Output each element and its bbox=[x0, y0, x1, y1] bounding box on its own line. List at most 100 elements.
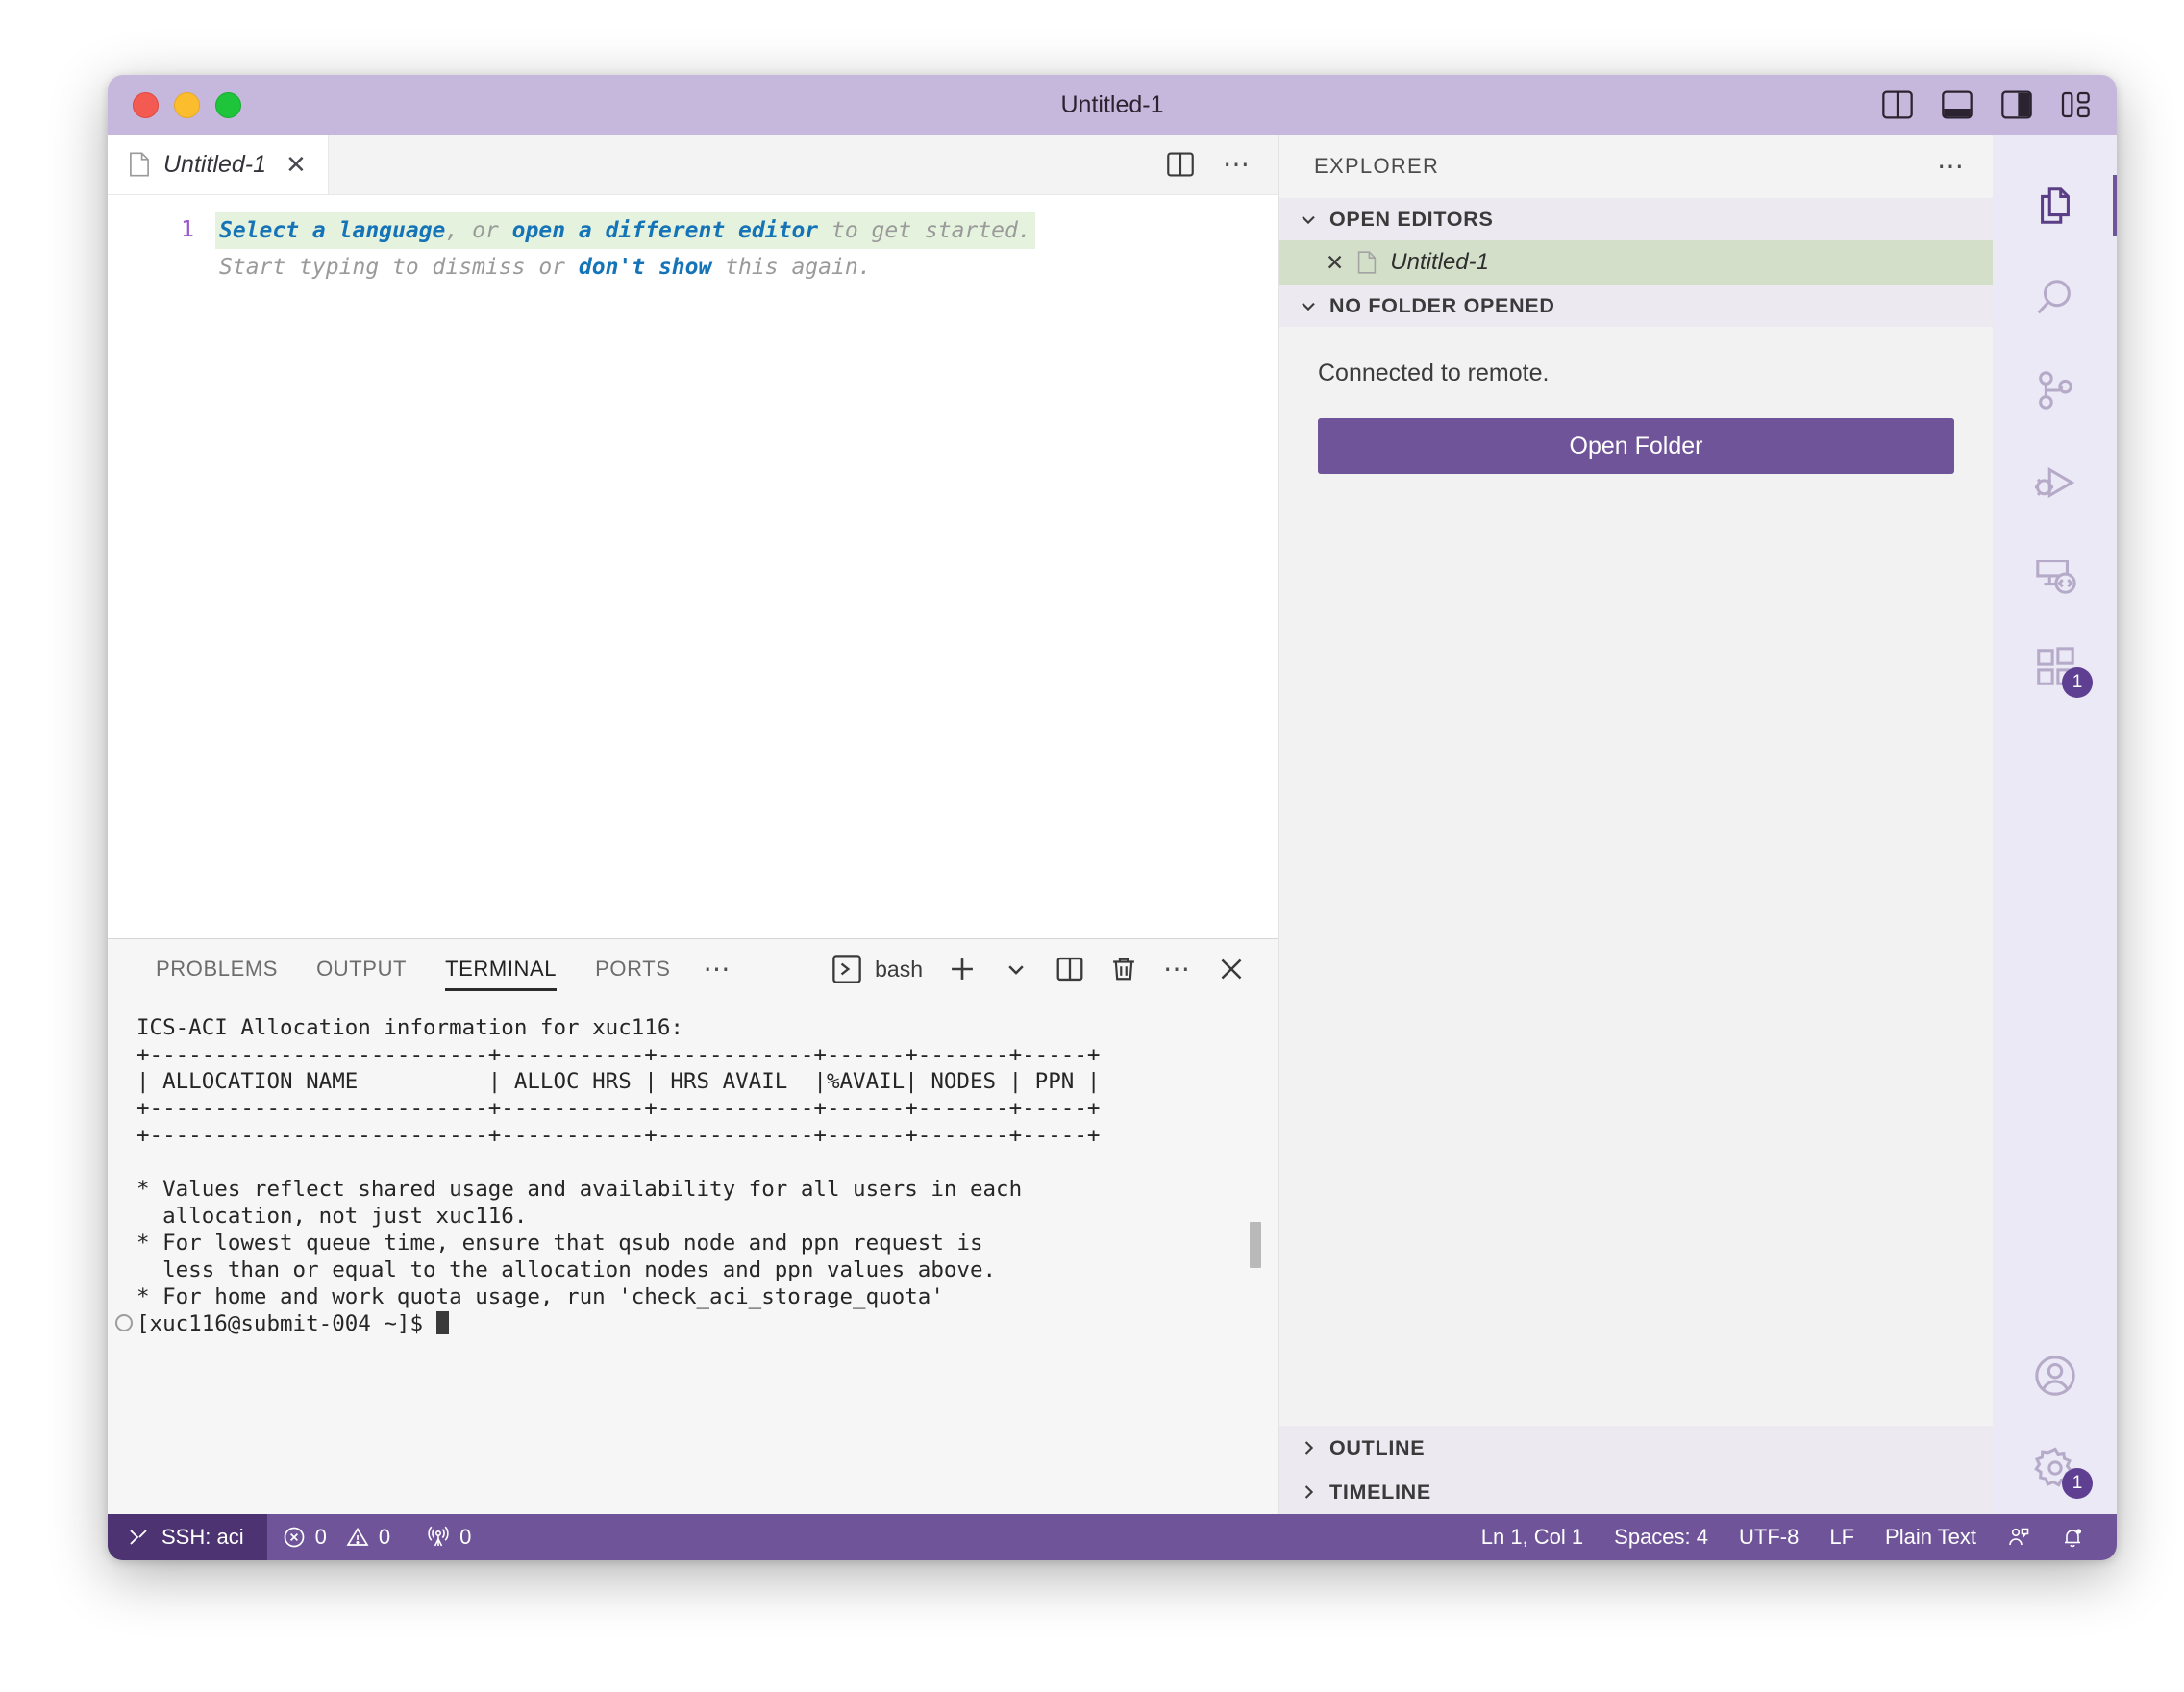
panel-more-actions-icon[interactable]: ⋯ bbox=[1163, 956, 1192, 983]
status-problems[interactable]: 0 0 bbox=[267, 1514, 407, 1560]
section-label-outline: OUTLINE bbox=[1329, 1435, 1426, 1459]
activitybar-item-source-control[interactable] bbox=[1993, 344, 2117, 436]
tab-terminal[interactable]: TERMINAL bbox=[426, 939, 576, 999]
desktop-background: Untitled-1 Untitled-1 ✕ ⋯ 1 Select a lan… bbox=[0, 0, 2184, 1692]
status-remote-label: SSH: aci bbox=[161, 1525, 244, 1549]
editor-ghost-text: Select a language, or open a different e… bbox=[215, 212, 1035, 286]
close-window-button[interactable] bbox=[133, 91, 159, 118]
bottom-panel: PROBLEMS OUTPUT TERMINAL PORTS ⋯ bash ⋯ … bbox=[108, 938, 1278, 1514]
terminal-profile-chevron-down-icon[interactable] bbox=[1002, 955, 1030, 983]
panel-actions: bash ⋯ bbox=[832, 955, 1278, 983]
extensions-badge: 1 bbox=[2062, 667, 2093, 698]
split-terminal-icon[interactable] bbox=[1055, 955, 1084, 983]
editor-actions: ⋯ bbox=[1167, 135, 1278, 194]
open-different-editor-link[interactable]: open a different editor bbox=[512, 218, 819, 243]
status-bar-right: Ln 1, Col 1 Spaces: 4 UTF-8 LF Plain Tex… bbox=[1466, 1514, 2117, 1560]
terminal-prompt: [xuc116@submit-004 ~]$ bbox=[136, 1311, 436, 1336]
terminal-cursor bbox=[435, 1311, 449, 1334]
dont-show-link[interactable]: don't show bbox=[579, 255, 711, 280]
status-feedback[interactable] bbox=[1992, 1514, 2046, 1560]
open-editor-item-untitled-1[interactable]: ✕ Untitled-1 bbox=[1279, 240, 1993, 285]
terminal-shell-chip[interactable]: bash bbox=[832, 955, 923, 983]
manage-badge: 1 bbox=[2062, 1468, 2093, 1499]
close-icon[interactable]: ✕ bbox=[1326, 251, 1344, 274]
close-panel-icon[interactable] bbox=[1217, 955, 1246, 983]
select-language-link[interactable]: Select a language bbox=[219, 218, 445, 243]
terminal-output-text: ICS-ACI Allocation information for xuc11… bbox=[136, 1015, 1101, 1309]
status-ports[interactable]: 0 bbox=[406, 1514, 486, 1560]
activitybar-item-run-and-debug[interactable] bbox=[1993, 436, 2117, 529]
no-folder-body: Connected to remote. Open Folder bbox=[1279, 327, 1993, 1426]
editor-tab-bar: Untitled-1 ✕ ⋯ bbox=[108, 135, 1278, 195]
ghost-text-line-2: Start typing to dismiss or don't show th… bbox=[215, 249, 876, 286]
toggle-secondary-sidebar-icon[interactable] bbox=[2001, 90, 2032, 119]
warning-triangle-icon bbox=[346, 1526, 369, 1549]
section-label-timeline: TIMELINE bbox=[1329, 1480, 1431, 1504]
ghost-text-again: this again. bbox=[711, 255, 872, 280]
connected-to-remote-message: Connected to remote. bbox=[1318, 360, 1550, 386]
minimize-window-button[interactable] bbox=[174, 91, 200, 118]
panel-tab-bar: PROBLEMS OUTPUT TERMINAL PORTS ⋯ bash ⋯ bbox=[108, 939, 1278, 999]
radio-tower-icon bbox=[427, 1526, 450, 1549]
activitybar-item-accounts[interactable] bbox=[1993, 1330, 2117, 1422]
maximize-window-button[interactable] bbox=[215, 91, 241, 118]
panel-tabs-more-icon[interactable]: ⋯ bbox=[690, 956, 746, 983]
status-language-mode[interactable]: Plain Text bbox=[1870, 1514, 1992, 1560]
kill-terminal-trash-icon[interactable] bbox=[1109, 955, 1138, 983]
layout-controls bbox=[1882, 90, 2092, 119]
activitybar-item-search[interactable] bbox=[1993, 252, 2117, 344]
activitybar-item-manage-settings[interactable]: 1 bbox=[1993, 1422, 2117, 1514]
section-timeline[interactable]: TIMELINE bbox=[1279, 1470, 1993, 1514]
open-folder-button[interactable]: Open Folder bbox=[1318, 418, 1954, 474]
status-indentation[interactable]: Spaces: 4 bbox=[1599, 1514, 1724, 1560]
workbench-body: Untitled-1 ✕ ⋯ 1 Select a language, or o… bbox=[108, 135, 2117, 1514]
section-no-folder-opened[interactable]: NO FOLDER OPENED bbox=[1279, 285, 1993, 327]
open-editor-label: Untitled-1 bbox=[1390, 249, 1489, 275]
status-cursor-position[interactable]: Ln 1, Col 1 bbox=[1466, 1514, 1599, 1560]
notifications-bell-icon bbox=[2061, 1526, 2084, 1549]
section-outline[interactable]: OUTLINE bbox=[1279, 1426, 1993, 1470]
toggle-primary-sidebar-icon[interactable] bbox=[1882, 90, 1913, 119]
window-title: Untitled-1 bbox=[1060, 90, 1164, 118]
status-remote-indicator[interactable]: SSH: aci bbox=[108, 1514, 267, 1560]
split-editor-icon[interactable] bbox=[1167, 152, 1194, 177]
explorer-more-actions-icon[interactable]: ⋯ bbox=[1937, 153, 1966, 180]
status-eol[interactable]: LF bbox=[1814, 1514, 1870, 1560]
sidebar-title: EXPLORER bbox=[1314, 154, 1440, 178]
editor-line-1: 1 Select a language, or open a different… bbox=[108, 212, 1278, 286]
terminal-shell-name: bash bbox=[875, 956, 923, 982]
status-ports-count: 0 bbox=[459, 1525, 472, 1549]
terminal-output-area[interactable]: ICS-ACI Allocation information for xuc11… bbox=[108, 999, 1278, 1514]
chevron-right-icon bbox=[1297, 1436, 1320, 1459]
tab-problems[interactable]: PROBLEMS bbox=[136, 939, 297, 999]
text-editor[interactable]: 1 Select a language, or open a different… bbox=[108, 195, 1278, 938]
status-encoding[interactable]: UTF-8 bbox=[1724, 1514, 1814, 1560]
activitybar-item-explorer[interactable] bbox=[1993, 160, 2117, 252]
ghost-text-start-typing: Start typing to dismiss or bbox=[219, 255, 579, 280]
activity-bar: 1 1 bbox=[1993, 135, 2117, 1514]
activitybar-item-remote-explorer[interactable] bbox=[1993, 529, 2117, 621]
activitybar-item-extensions[interactable]: 1 bbox=[1993, 621, 2117, 713]
section-open-editors[interactable]: OPEN EDITORS bbox=[1279, 198, 1993, 240]
editor-more-actions-icon[interactable]: ⋯ bbox=[1223, 151, 1252, 178]
remote-indicator-icon bbox=[127, 1526, 150, 1549]
close-icon[interactable]: ✕ bbox=[285, 152, 307, 177]
terminal-scrollbar[interactable] bbox=[1250, 1222, 1261, 1268]
status-bar: SSH: aci 0 0 0 Ln 1, Col 1 Spaces: 4 UTF… bbox=[108, 1514, 2117, 1560]
ghost-text-line-1: Select a language, or open a different e… bbox=[215, 212, 1035, 249]
editor-tab-untitled-1[interactable]: Untitled-1 ✕ bbox=[108, 135, 329, 194]
customize-layout-icon[interactable] bbox=[2061, 90, 2092, 119]
error-circle-icon bbox=[283, 1526, 306, 1549]
status-warning-count: 0 bbox=[378, 1525, 391, 1549]
tab-output[interactable]: OUTPUT bbox=[297, 939, 426, 999]
status-notifications[interactable] bbox=[2046, 1514, 2099, 1560]
sidebar-header: EXPLORER ⋯ bbox=[1279, 135, 1993, 198]
sidebar-collapsed-sections: OUTLINE TIMELINE bbox=[1279, 1426, 1993, 1514]
tab-ports[interactable]: PORTS bbox=[576, 939, 689, 999]
editor-tab-label: Untitled-1 bbox=[163, 150, 266, 178]
new-terminal-icon[interactable] bbox=[948, 955, 977, 983]
section-label-open-editors: OPEN EDITORS bbox=[1329, 207, 1494, 231]
toggle-panel-icon[interactable] bbox=[1942, 90, 1973, 119]
section-label-no-folder: NO FOLDER OPENED bbox=[1329, 293, 1555, 317]
ghost-text-tail: to get started. bbox=[818, 218, 1031, 243]
